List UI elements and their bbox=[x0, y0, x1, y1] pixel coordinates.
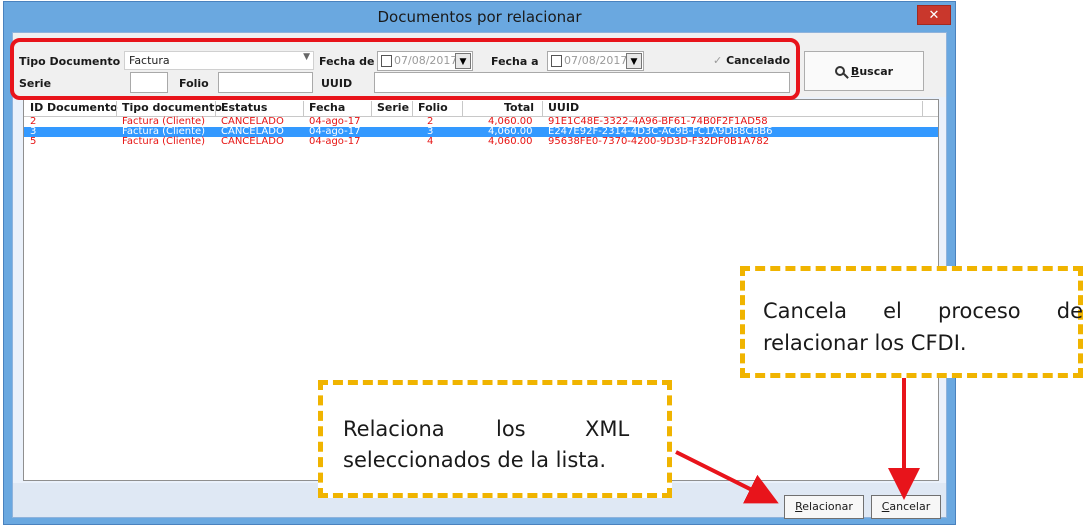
arrow-to-relacionar bbox=[675, 450, 779, 504]
annotation-arrows bbox=[675, 378, 920, 504]
